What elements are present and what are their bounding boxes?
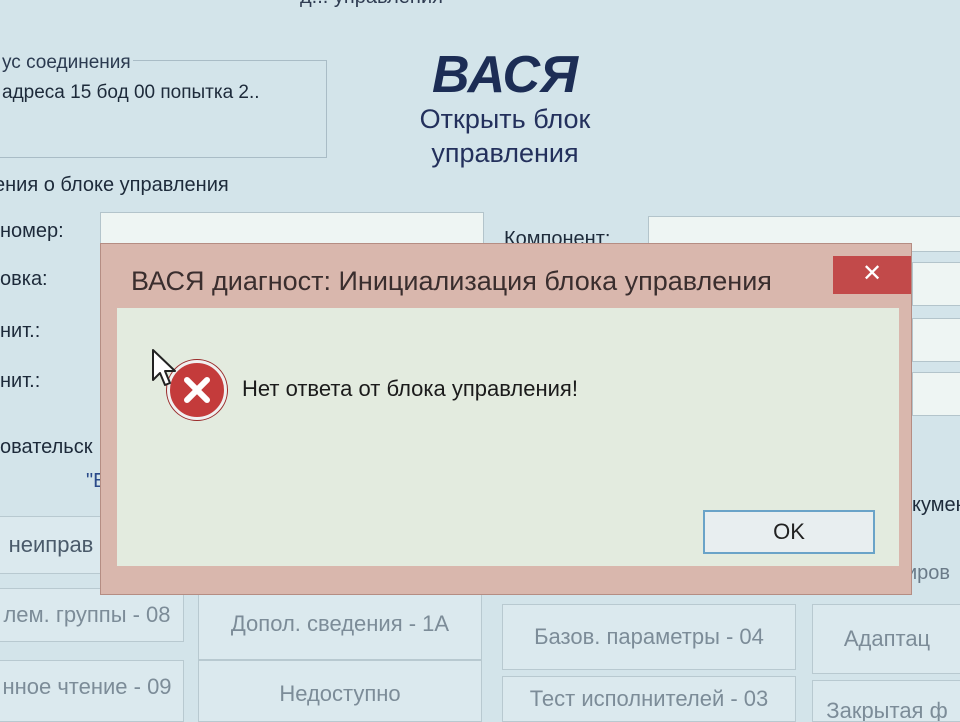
fault-codes-button[interactable]: неиправ [0,516,112,574]
dialog-body: Нет ответа от блока управления! OK [117,308,899,566]
brand-logo: ВАСЯ [432,46,578,104]
connection-status-text: адреса 15 бод 00 попытка 2.. [2,82,260,103]
right-field-2[interactable] [912,318,960,362]
connection-status-group [0,60,327,158]
open-control-unit-button[interactable]: ВАСЯ Открыть блок управления [405,48,605,170]
tile-closed-fn[interactable]: Закрытая ф [812,680,960,722]
tile-reading-09[interactable]: нное чтение - 09 [0,660,184,722]
dialog-title: ВАСЯ диагност: Инициализация блока управ… [131,266,772,296]
info-label-4: нит.: [0,370,41,392]
documents-fragment: кумен [912,494,960,516]
tile-groups-08[interactable]: лем. группы - 08 [0,588,184,642]
connection-status-legend: ус соединения [0,52,133,74]
right-field-1[interactable] [912,262,960,306]
tile-extra-info-1a[interactable]: Допол. сведения - 1А [198,588,482,660]
mouse-pointer-icon [152,349,176,386]
ok-button[interactable]: OK [703,510,875,554]
user-info-label: овательск [0,436,93,458]
error-dialog: ВАСЯ диагност: Инициализация блока управ… [100,243,912,595]
background-window-title: д... управления [300,0,820,10]
control-unit-info-legend: ения о блоке управления [0,174,229,196]
tile-unavailable[interactable]: Недоступно [198,660,482,722]
error-message: Нет ответа от блока управления! [242,376,578,401]
right-field-3[interactable] [912,372,960,416]
tile-actuator-test-03[interactable]: Тест исполнителей - 03 [502,676,796,722]
open-control-unit-label-2: управления [431,138,579,168]
info-label-3: нит.: [0,320,41,342]
close-button[interactable]: ✕ [833,256,911,294]
coding-fragment: иров [906,562,951,584]
coding-label: овка: [0,268,48,290]
part-number-label: номер: [0,220,64,242]
close-icon: ✕ [861,260,883,287]
open-control-unit-label-1: Открыть блок [419,104,591,134]
tile-basic-params-04[interactable]: Базов. параметры - 04 [502,604,796,670]
tile-adaptation[interactable]: Адаптац [812,604,960,674]
